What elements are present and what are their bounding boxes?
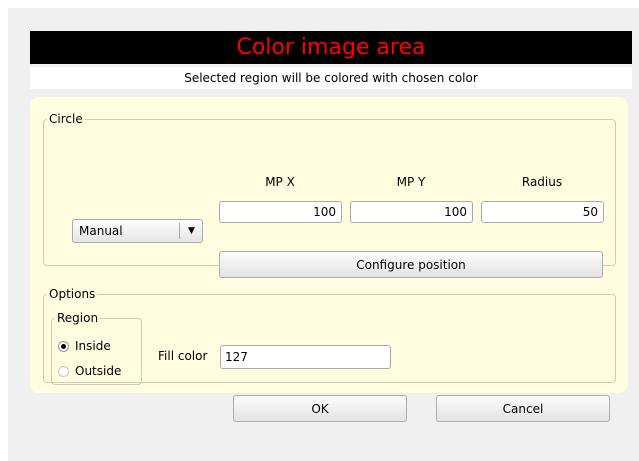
region-outside-label: Outside — [75, 364, 122, 378]
radio-unchecked-icon[interactable] — [58, 365, 69, 377]
region-inside-label: Inside — [75, 339, 111, 353]
mode-select-value: Manual — [79, 224, 123, 238]
options-group: Options Region Inside Outside Fill color — [43, 287, 616, 385]
options-group-legend: Options — [49, 287, 96, 301]
mp-y-input[interactable] — [350, 201, 473, 223]
settings-panel: Circle MP X MP Y Radius Manual ▼ Configu… — [30, 97, 628, 393]
region-inside-option[interactable]: Inside — [58, 337, 111, 355]
configure-position-button[interactable]: Configure position — [219, 251, 603, 278]
dropdown-arrow-icon[interactable]: ▼ — [181, 220, 202, 242]
circle-group: Circle MP X MP Y Radius Manual ▼ Configu… — [43, 112, 616, 278]
fill-color-input[interactable] — [220, 345, 391, 369]
dialog-window: Color image area Selected region will be… — [8, 8, 639, 461]
select-divider — [179, 223, 180, 239]
mp-y-label: MP Y — [396, 175, 426, 189]
fill-color-label: Fill color — [158, 349, 208, 363]
region-group: Region Inside Outside — [51, 311, 142, 385]
cancel-button[interactable]: Cancel — [436, 395, 610, 422]
dialog-subtitle: Selected region will be colored with cho… — [30, 67, 632, 89]
mp-x-label: MP X — [265, 175, 295, 189]
radio-checked-icon[interactable] — [58, 340, 69, 352]
radius-input[interactable] — [481, 201, 604, 223]
region-outside-option[interactable]: Outside — [58, 362, 121, 380]
region-group-legend: Region — [57, 311, 99, 325]
dialog-title: Color image area — [30, 31, 632, 64]
circle-group-legend: Circle — [49, 112, 83, 126]
radius-label: Radius — [521, 175, 563, 189]
mp-x-input[interactable] — [219, 201, 342, 223]
mode-select[interactable]: Manual ▼ — [72, 219, 203, 243]
ok-button[interactable]: OK — [233, 395, 407, 422]
